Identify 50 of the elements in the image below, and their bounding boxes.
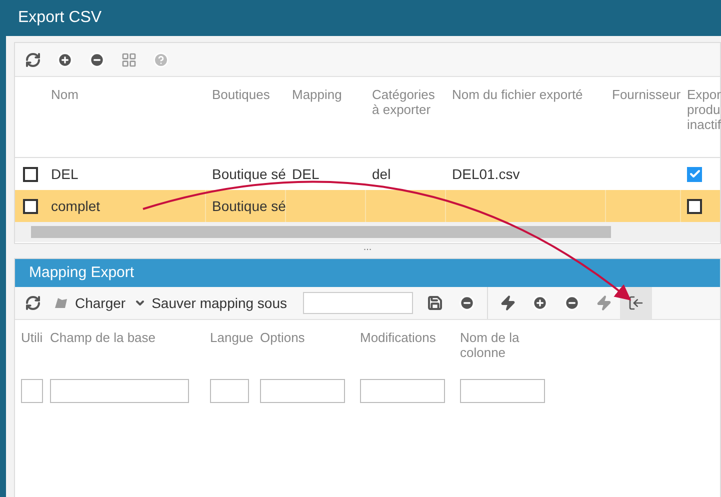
table-cell-text: DEL	[51, 164, 78, 184]
column-header: Mapping	[291, 87, 343, 102]
save-as-label: Sauver mapping sous	[152, 294, 288, 313]
refresh-icon[interactable]	[25, 52, 41, 68]
column-header: Fournisseur	[611, 87, 681, 102]
table-cell-text: complet	[51, 196, 100, 216]
table-row[interactable]: complet Boutique sé	[15, 190, 720, 222]
remove-icon[interactable]	[459, 295, 476, 311]
column-header: Options	[260, 330, 305, 345]
refresh-icon[interactable]	[25, 295, 41, 311]
import-icon[interactable]	[628, 295, 644, 311]
column-header: Champ de la base	[50, 330, 156, 345]
input-field[interactable]	[260, 379, 345, 403]
input-field[interactable]	[50, 379, 189, 403]
mapping-name-field[interactable]	[303, 292, 414, 314]
load-icon	[53, 297, 69, 309]
column-header: Nom de la colonne	[460, 330, 520, 360]
splitter-handle[interactable]: ...	[363, 244, 372, 252]
input-field[interactable]	[360, 379, 445, 403]
bolt-icon[interactable]	[500, 295, 516, 311]
table-cell-text: DEL01.csv	[452, 164, 520, 184]
column-header: Boutiques	[211, 87, 271, 102]
column-header: Modifications	[360, 330, 436, 345]
window-title: Export CSV	[17, 8, 103, 28]
input-field[interactable]	[21, 379, 43, 403]
add-icon[interactable]	[57, 52, 73, 68]
column-header: Nom du fichier exporté	[451, 87, 584, 102]
column-header: Expor produi inactif	[686, 87, 721, 132]
table-cell-text: Boutique sé	[212, 164, 286, 184]
horizontal-scrollbar[interactable]	[15, 222, 720, 242]
column-header: Utili	[21, 330, 43, 345]
checkbox[interactable]	[687, 198, 702, 214]
add-icon[interactable]	[532, 295, 548, 311]
checkbox[interactable]	[22, 166, 38, 182]
input-field[interactable]	[460, 379, 545, 403]
remove-icon[interactable]	[89, 52, 105, 68]
load-button[interactable]: Charger	[49, 292, 130, 314]
grid-icon[interactable]	[121, 52, 137, 68]
panel-header: Mapping Export	[15, 259, 720, 287]
column-header: Langue	[210, 330, 254, 345]
save-icon[interactable]	[427, 295, 444, 311]
column-header: Catégories à exporter	[371, 87, 436, 117]
column-header: Nom	[50, 87, 80, 102]
table-cell-text: Boutique sé	[212, 196, 286, 216]
checkbox[interactable]	[687, 166, 702, 182]
table-cell-text: DEL	[292, 164, 320, 184]
table-cell-text: del	[372, 164, 391, 184]
checkbox[interactable]	[22, 198, 38, 214]
remove-icon[interactable]	[564, 295, 580, 311]
input-field[interactable]	[210, 379, 249, 403]
